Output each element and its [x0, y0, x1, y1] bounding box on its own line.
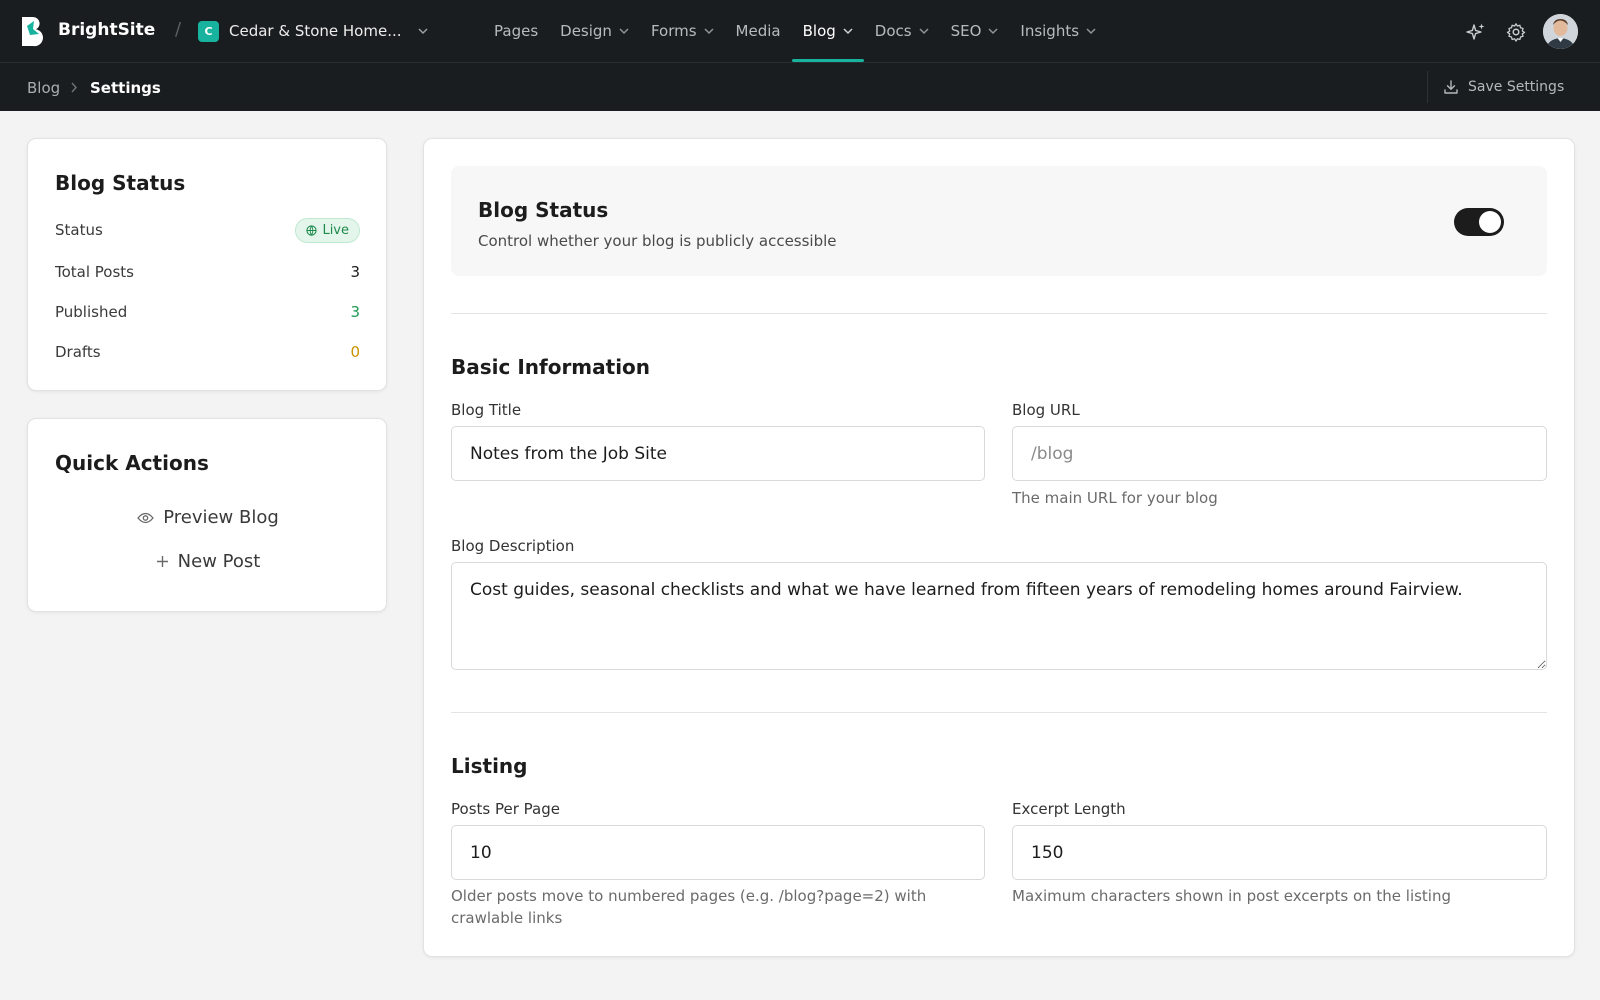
blog-status-panel: Blog Status Control whether your blog is…	[451, 166, 1547, 276]
blog-status-card-title: Blog Status	[55, 171, 186, 195]
blog-status-card: Blog Status Status Live Total Posts 3 Pu…	[27, 138, 387, 391]
chevron-down-icon[interactable]	[418, 27, 428, 35]
breadcrumb-slash: /	[175, 19, 182, 40]
blog-url-label: Blog URL	[1012, 401, 1080, 419]
nav-pages[interactable]: Pages	[483, 0, 549, 62]
quick-actions-title: Quick Actions	[55, 451, 209, 475]
plus-icon	[156, 556, 168, 567]
blog-url-input[interactable]	[1012, 426, 1547, 481]
nav-seo[interactable]: SEO	[940, 0, 1010, 62]
status-label: Status	[55, 221, 103, 239]
gear-icon[interactable]	[1506, 22, 1526, 42]
excerpt-length-input[interactable]	[1012, 825, 1547, 880]
status-row: Status Live	[55, 215, 360, 245]
chevron-right-icon	[71, 82, 77, 93]
drafts-value: 0	[350, 343, 360, 361]
chevron-down-icon	[919, 28, 929, 35]
site-badge[interactable]: C	[198, 21, 219, 42]
user-avatar[interactable]	[1543, 14, 1578, 49]
nav-media[interactable]: Media	[725, 0, 792, 62]
download-icon	[1444, 80, 1458, 94]
breadcrumb-blog[interactable]: Blog	[27, 79, 60, 97]
section-divider	[451, 313, 1547, 314]
breadcrumb-current: Settings	[90, 79, 161, 97]
published-row: Published 3	[55, 303, 360, 321]
eye-icon	[137, 512, 155, 523]
total-posts-value: 3	[350, 263, 360, 281]
blog-title-label: Blog Title	[451, 401, 522, 419]
chevron-down-icon	[1086, 28, 1096, 35]
breadcrumb-bar: Blog Settings Save Settings	[0, 63, 1600, 111]
chevron-down-icon	[988, 28, 998, 35]
excerpt-length-label: Excerpt Length	[1012, 800, 1126, 818]
posts-per-page-help: Older posts move to numbered pages (e.g.…	[451, 887, 927, 927]
nav-design[interactable]: Design	[549, 0, 640, 62]
globe-icon	[306, 224, 318, 236]
chevron-down-icon	[704, 28, 714, 35]
quick-actions-card: Quick Actions Preview Blog New Post	[27, 418, 387, 612]
excerpt-length-help: Maximum characters shown in post excerpt…	[1012, 887, 1452, 905]
nav-forms[interactable]: Forms	[640, 0, 725, 62]
blog-status-description: Control whether your blog is publicly ac…	[478, 232, 837, 250]
published-value: 3	[350, 303, 360, 321]
total-posts-row: Total Posts 3	[55, 263, 360, 281]
top-navigation: BrightSite / C Cedar & Stone Home... Pag…	[0, 0, 1600, 63]
blog-description-input[interactable]: Cost guides, seasonal checklists and wha…	[451, 562, 1547, 670]
chevron-down-icon	[843, 28, 853, 35]
brand-name[interactable]: BrightSite	[58, 20, 155, 40]
status-badge: Live	[295, 217, 360, 243]
chevron-down-icon	[619, 28, 629, 35]
blog-description-label: Blog Description	[451, 537, 575, 555]
basic-information-title: Basic Information	[451, 355, 651, 379]
blog-url-help: The main URL for your blog	[1012, 489, 1218, 507]
blog-title-input[interactable]	[451, 426, 985, 481]
drafts-label: Drafts	[55, 343, 101, 361]
posts-per-page-label: Posts Per Page	[451, 800, 560, 818]
settings-card: Blog Status Control whether your blog is…	[423, 138, 1575, 957]
brightsite-logo-icon[interactable]	[20, 15, 46, 47]
published-label: Published	[55, 303, 128, 321]
blog-status-title: Blog Status	[478, 198, 609, 222]
preview-blog-button[interactable]: Preview Blog	[28, 507, 388, 528]
sparkles-icon[interactable]	[1466, 22, 1486, 42]
blog-status-toggle[interactable]	[1454, 208, 1504, 236]
total-posts-label: Total Posts	[55, 263, 134, 281]
section-divider	[451, 712, 1547, 713]
main-nav: Pages Design Forms Media Blog Docs SEO I…	[483, 0, 1107, 62]
nav-insights[interactable]: Insights	[1009, 0, 1107, 62]
nav-blog[interactable]: Blog	[791, 0, 864, 62]
nav-docs[interactable]: Docs	[864, 0, 940, 62]
listing-title: Listing	[451, 754, 528, 778]
site-switcher[interactable]: Cedar & Stone Home...	[229, 22, 402, 40]
drafts-row: Drafts 0	[55, 343, 360, 361]
posts-per-page-input[interactable]	[451, 825, 985, 880]
save-settings-button[interactable]: Save Settings	[1427, 71, 1577, 103]
new-post-button[interactable]: New Post	[28, 551, 388, 572]
